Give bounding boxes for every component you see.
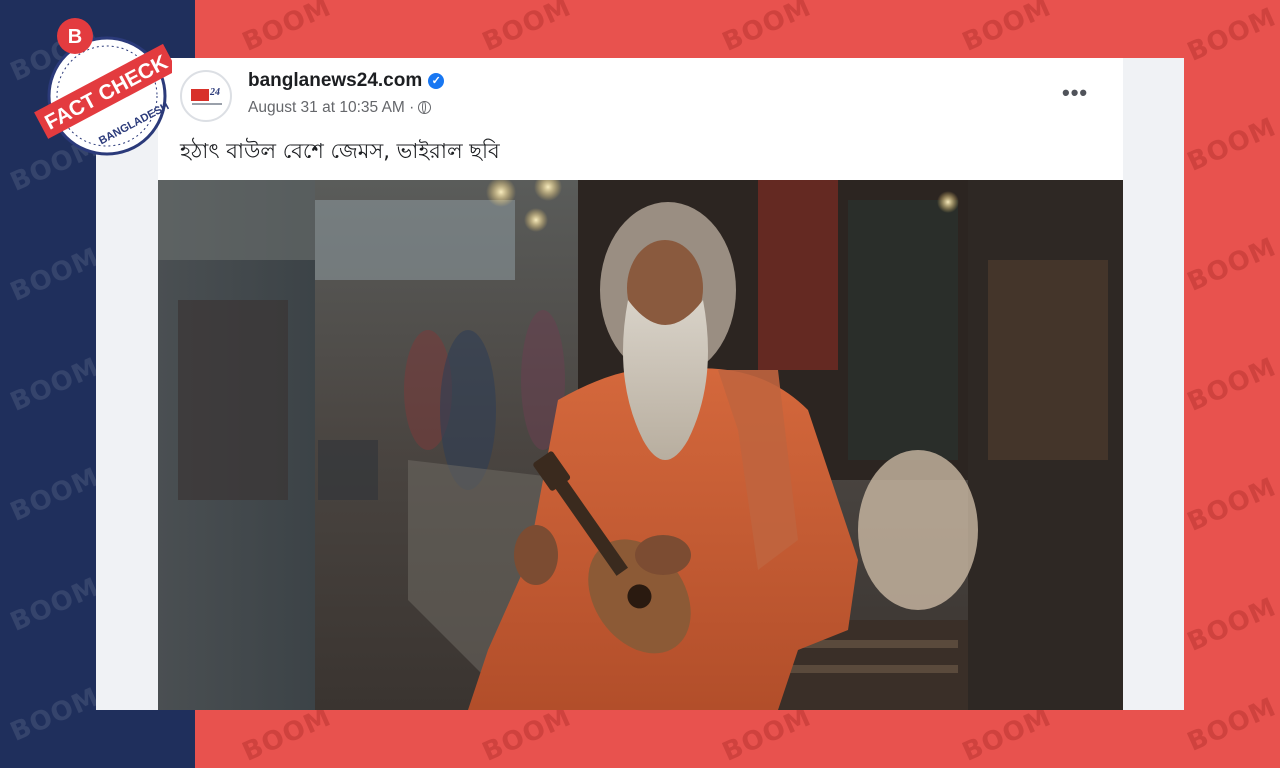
verified-check-icon: ✓ <box>428 73 445 89</box>
page-name-row: banglanews24.com ✓ <box>248 70 445 92</box>
badge-letter: B <box>68 26 82 48</box>
page-avatar[interactable]: 24 <box>180 70 232 122</box>
watermark: BOOM <box>1182 352 1280 418</box>
more-options-icon[interactable]: ••• <box>1062 80 1088 106</box>
watermark: BOOM <box>237 702 336 768</box>
watermark: BOOM <box>717 702 816 768</box>
fact-check-badge: B FACT CHECK BANGLADESH <box>22 14 178 164</box>
page-name-link[interactable]: banglanews24.com <box>248 70 422 91</box>
watermark: BOOM <box>1182 2 1280 68</box>
watermark: BOOM <box>1182 692 1280 758</box>
logo-number: 24 <box>210 87 220 98</box>
meta-separator: · <box>409 99 415 116</box>
fact-check-badge-graphic: B FACT CHECK BANGLADESH <box>34 18 178 156</box>
watermark: BOOM <box>1182 112 1280 178</box>
watermark: BOOM <box>237 0 336 58</box>
watermark: BOOM <box>717 0 816 58</box>
watermark: BOOM <box>1182 232 1280 298</box>
globe-icon[interactable] <box>418 101 432 114</box>
watermark: BOOM <box>957 0 1056 58</box>
watermark: BOOM <box>1182 472 1280 538</box>
post-timestamp[interactable]: August 31 at 10:35 AM <box>248 99 405 116</box>
logo-mark <box>191 89 209 101</box>
post-image-illustration <box>158 180 1123 710</box>
watermark: BOOM <box>957 702 1056 768</box>
post-meta: August 31 at 10:35 AM · <box>248 99 432 117</box>
watermark: BOOM <box>1182 592 1280 658</box>
watermark: BOOM <box>477 0 576 58</box>
logo-underline <box>192 103 222 105</box>
post-image[interactable] <box>158 180 1123 710</box>
post-caption: হঠাৎ বাউল বেশে জেমস, ভাইরাল ছবি <box>180 139 500 163</box>
watermark: BOOM <box>477 702 576 768</box>
